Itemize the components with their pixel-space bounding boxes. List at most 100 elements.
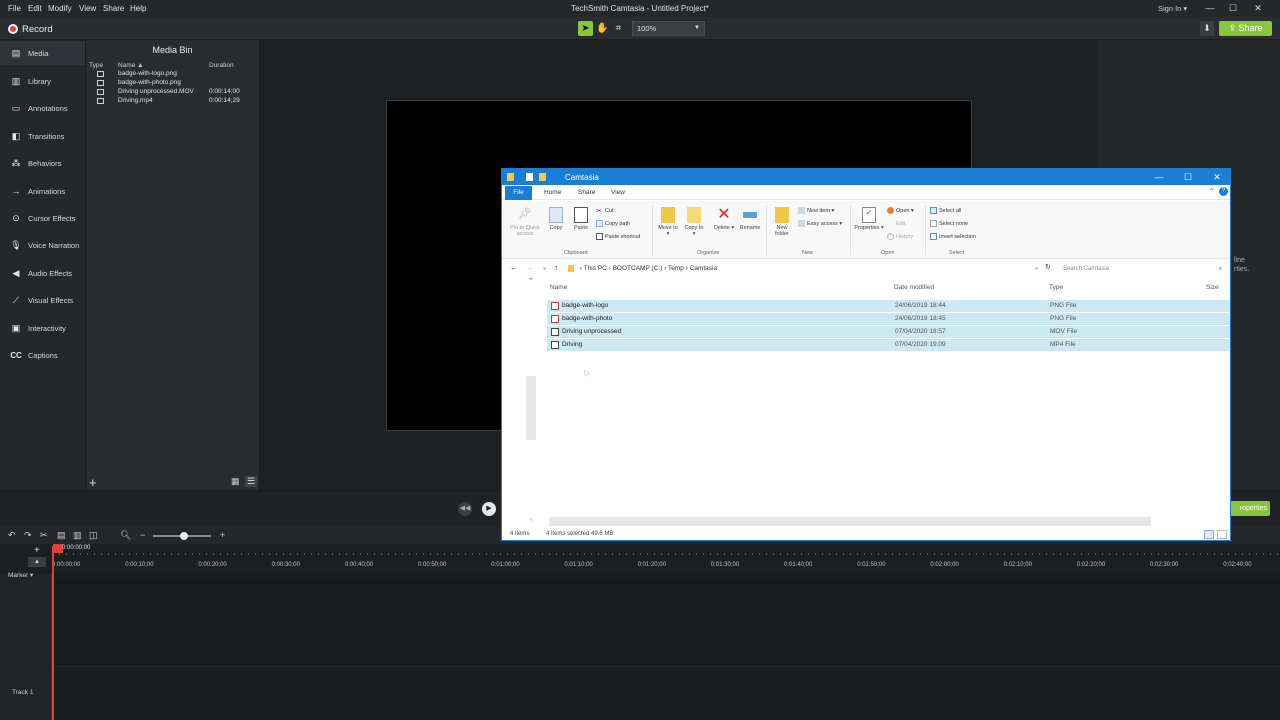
grid-view-icon[interactable]: ▦ <box>231 476 243 487</box>
easy-access-button[interactable]: Easy access ▾ <box>798 220 842 227</box>
search-input[interactable]: Search Camtasia ⌕ <box>1060 263 1226 275</box>
forward-arrow-icon[interactable]: → <box>526 263 534 272</box>
pin-quick-access-button[interactable]: 📌︎ Pin to Quick access <box>505 207 545 237</box>
select-tool-icon[interactable]: ➤ <box>578 21 593 36</box>
column-header-duration[interactable]: Duration <box>209 62 234 69</box>
media-bin-item[interactable]: Driving unprocessed.MOV 0:00:14;00 <box>86 88 259 97</box>
cut-icon[interactable]: ✂ <box>40 530 48 541</box>
menu-help[interactable]: Help <box>130 4 146 13</box>
sign-in-button[interactable]: Sign In ▾ <box>1158 4 1187 13</box>
maximize-icon[interactable]: ☐ <box>1174 170 1202 184</box>
tab-view[interactable]: View <box>611 189 625 196</box>
paste-button[interactable]: Paste <box>570 207 592 231</box>
refresh-icon[interactable]: ↻ <box>1045 263 1051 271</box>
cut-button[interactable]: ✂ Cut <box>596 207 614 216</box>
zoom-dropdown[interactable]: 100% ▼ <box>632 21 705 36</box>
file-row[interactable]: badge-with-photo 24/06/2019 18:45 PNG File <box>547 313 1230 325</box>
playhead[interactable] <box>52 546 54 720</box>
tool-library[interactable]: ▥ Library <box>0 69 85 93</box>
properties-qa-icon[interactable] <box>526 173 533 181</box>
copy-icon[interactable]: ▤ <box>57 530 66 541</box>
media-bin-item[interactable]: badge-with-photo.png <box>86 79 259 88</box>
breadcrumb-item[interactable]: Temp <box>668 265 684 272</box>
tool-voice-narration[interactable]: 🎙︎ Voice Narration <box>0 233 85 257</box>
marker-toggle[interactable]: Marker ▾ <box>8 571 33 579</box>
tool-captions[interactable]: CC Captions <box>0 343 85 367</box>
back-arrow-icon[interactable]: ← <box>510 263 518 272</box>
menu-modify[interactable]: Modify <box>48 4 72 13</box>
recent-locations-icon[interactable]: ⌄ <box>542 264 547 271</box>
tool-animations[interactable]: → Animations <box>0 179 85 203</box>
zoom-icon[interactable]: 🔍︎ <box>120 530 131 541</box>
timeline-ruler[interactable] <box>0 544 1280 574</box>
chevron-up-icon[interactable]: ⌃ <box>1209 187 1214 195</box>
breadcrumb-item[interactable]: Camtasia <box>690 265 717 272</box>
track-1-row[interactable] <box>53 666 1280 712</box>
collapse-nav-icon[interactable]: ⌃ <box>528 277 534 285</box>
properties-button[interactable]: roperties <box>1228 501 1270 516</box>
column-header-type[interactable]: Type <box>1049 284 1063 291</box>
open-button[interactable]: Open ▾ <box>887 207 914 214</box>
tool-cursor-effects[interactable]: ⊙ Cursor Effects <box>0 206 85 230</box>
scroll-left-icon[interactable]: ‹ <box>530 517 532 523</box>
select-all-button[interactable]: Select all <box>930 207 961 214</box>
new-folder-button[interactable]: New folder <box>770 207 794 237</box>
play-icon[interactable]: ▶ <box>482 502 496 516</box>
paste-shortcut-button[interactable]: Paste shortcut <box>596 233 640 240</box>
split-icon[interactable]: ◫ <box>89 530 98 541</box>
close-icon[interactable]: ✕ <box>1203 170 1231 184</box>
tool-annotations[interactable]: ▭ Annotations <box>0 96 85 120</box>
crop-icon[interactable]: ⌗ <box>611 21 626 36</box>
undo-icon[interactable]: ↶ <box>8 530 16 541</box>
tab-home[interactable]: Home <box>544 189 561 196</box>
chevron-down-icon[interactable]: ⌄ <box>1034 264 1039 271</box>
tool-behaviors[interactable]: ⁂ Behaviors <box>0 151 85 175</box>
minimize-icon[interactable]: — <box>1199 1 1221 15</box>
file-row[interactable]: Driving unprocessed 07/04/2020 18:57 MOV F… <box>547 326 1230 338</box>
pan-hand-icon[interactable]: ✋ <box>595 21 610 36</box>
invert-selection-button[interactable]: Invert selection <box>930 233 976 240</box>
breadcrumb-item[interactable]: This PC <box>584 265 607 272</box>
add-track-icon[interactable]: + <box>34 545 40 556</box>
add-media-icon[interactable]: + <box>89 475 97 490</box>
minimize-icon[interactable]: — <box>1145 170 1173 184</box>
tool-transitions[interactable]: ◧ Transitions <box>0 124 85 148</box>
record-button[interactable]: Record <box>8 22 53 36</box>
copy-path-button[interactable]: Copy path <box>596 220 630 227</box>
new-item-button[interactable]: New item ▾ <box>798 207 834 214</box>
maximize-icon[interactable]: ☐ <box>1222 1 1244 15</box>
explorer-title-bar[interactable]: Camtasia — ☐ ✕ <box>502 169 1230 185</box>
file-row[interactable]: badge-with-logo 24/06/2019 18:44 PNG File <box>547 300 1230 312</box>
step-back-icon[interactable]: ◀◀ <box>458 502 472 516</box>
rename-button[interactable]: Rename <box>737 207 763 231</box>
tab-share[interactable]: Share <box>578 189 595 196</box>
zoom-in-icon[interactable]: + <box>220 530 225 540</box>
properties-button[interactable]: ✓ Properties ▾ <box>854 207 884 231</box>
large-icons-view-icon[interactable] <box>1217 530 1227 539</box>
redo-icon[interactable]: ↷ <box>24 530 32 541</box>
file-row[interactable]: Driving 07/04/2020 19:09 MP4 File <box>547 339 1230 351</box>
column-header-name[interactable]: Name <box>550 284 567 291</box>
zoom-slider-handle[interactable] <box>180 532 188 540</box>
share-button[interactable]: ⇪ Share <box>1219 21 1272 36</box>
media-bin-item[interactable]: badge-with-logo.png <box>86 70 259 79</box>
details-view-icon[interactable] <box>1204 530 1214 539</box>
select-none-button[interactable]: Select none <box>930 220 968 227</box>
menu-view[interactable]: View <box>79 4 96 13</box>
delete-button[interactable]: ✕ Delete ▾ <box>712 207 736 232</box>
edit-button[interactable]: Edit <box>887 220 905 227</box>
new-folder-qa-icon[interactable] <box>539 173 546 181</box>
tool-visual-effects[interactable]: ⟋ Visual Effects <box>0 288 85 312</box>
chevron-up-icon[interactable]: ▲ <box>28 557 46 567</box>
list-view-icon[interactable]: ☰ <box>245 476 257 487</box>
column-header-name[interactable]: Name ▲ <box>118 62 144 69</box>
download-icon[interactable]: ⬇ <box>1200 21 1214 36</box>
paste-icon[interactable]: ▥ <box>73 530 82 541</box>
up-arrow-icon[interactable]: ↑ <box>554 263 558 272</box>
breadcrumb[interactable]: › This PC › BOOTCAMP (C:) › Temp › Camta… <box>568 265 717 272</box>
menu-share[interactable]: Share <box>103 4 124 13</box>
column-header-date[interactable]: Date modified <box>894 284 934 291</box>
nav-pane-scrollbar[interactable] <box>526 376 536 440</box>
tab-file[interactable]: File <box>505 186 532 200</box>
close-icon[interactable]: ✕ <box>1247 1 1269 15</box>
